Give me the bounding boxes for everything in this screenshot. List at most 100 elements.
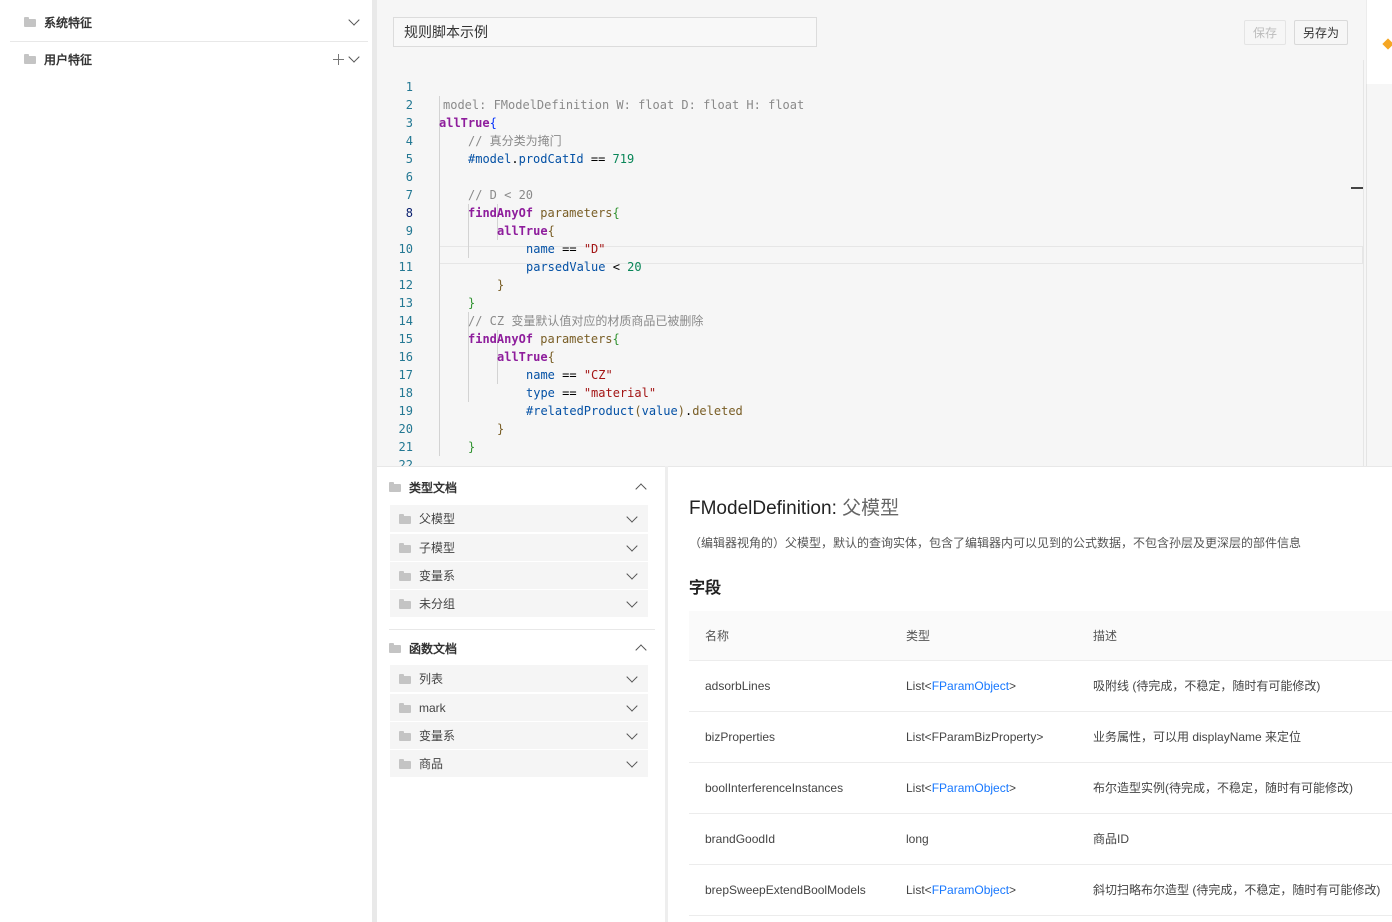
chevron-down-icon[interactable]: [626, 510, 638, 523]
doc-tree-item[interactable]: 商品: [390, 750, 648, 777]
code-line: 18 #relatedProduct(value).deleted: [377, 366, 1363, 418]
table-header: 名称 类型 描述: [689, 611, 1392, 661]
doc-description: （编辑器视角的）父模型，默认的查询实体，包含了编辑器内可以见到的公式数据，不包含…: [689, 536, 1302, 550]
code-line: 2 allTrue{: [377, 78, 1363, 130]
chevron-down-icon[interactable]: [626, 595, 638, 608]
folder-icon: [399, 702, 411, 713]
table-row: boolInterferenceInstances List<FParamObj…: [689, 763, 1392, 814]
column-header: 名称: [705, 629, 730, 643]
tree-item-system-features[interactable]: 系统特征: [10, 4, 368, 40]
chevron-down-icon[interactable]: [626, 755, 638, 768]
doc-tree-item[interactable]: 变量系: [390, 562, 648, 589]
field-type: List<FParamObject>: [906, 883, 1017, 897]
field-description: 商品ID: [1093, 832, 1130, 846]
code-line: 20 }: [377, 402, 1363, 454]
folder-icon: [24, 54, 36, 64]
section-function-docs[interactable]: 函数文档: [389, 630, 655, 666]
save-button[interactable]: 保存: [1244, 20, 1286, 45]
chevron-down-icon[interactable]: [626, 727, 638, 740]
doc-tree-item-label: 列表: [419, 672, 444, 686]
chevron-down-icon[interactable]: [348, 51, 360, 63]
code-line: 13 // CZ 变量默认值对应的材质商品已被删除: [377, 276, 1363, 328]
code-line: 14 findAnyOf parameters{: [377, 294, 1363, 346]
field-description: 布尔造型实例(待完成，不稳定，随时有可能修改): [1093, 781, 1353, 795]
type-link[interactable]: FParamObject: [932, 679, 1009, 693]
doc-tree-item-label: 变量系: [419, 729, 456, 743]
field-type: List<FParamObject>: [906, 781, 1017, 795]
table-row: bizProperties List<FParamBizProperty> 业务…: [689, 712, 1392, 763]
code-line: 10 parsedValue < 20: [377, 222, 1363, 274]
chevron-down-icon[interactable]: [626, 670, 638, 683]
code-area[interactable]: 1 model: FModelDefinition W: float D: fl…: [377, 60, 1363, 490]
doc-tree-item[interactable]: 子模型: [390, 534, 648, 561]
field-name: brandGoodId: [705, 832, 776, 846]
code-line: 21: [377, 420, 1363, 454]
doc-tree-panel: 类型文档 父模型 子模型 变量系 未分组 函数文档 列表 mark 变量系 商品: [377, 466, 665, 922]
doc-tree-item[interactable]: mark: [390, 694, 648, 721]
code-line: 17 type == "material": [377, 348, 1363, 400]
folder-icon: [399, 673, 411, 684]
editor-scrollbar[interactable]: [1366, 84, 1392, 466]
folder-icon: [389, 482, 401, 492]
doc-detail-panel: FModelDefinition: 父模型 （编辑器视角的）父模型，默认的查询实…: [668, 466, 1392, 922]
field-name: boolInterferenceInstances: [705, 781, 844, 795]
type-link[interactable]: FParamObject: [932, 883, 1009, 897]
chevron-down-icon[interactable]: [626, 539, 638, 552]
editor-border: [1363, 60, 1364, 466]
folder-icon: [399, 570, 411, 581]
editor-header: 保存 另存为: [377, 0, 1392, 60]
field-name: adsorbLines: [705, 679, 771, 693]
tree-item-label: 用户特征: [44, 52, 93, 67]
folder-icon: [399, 513, 411, 524]
script-name-input[interactable]: [393, 17, 817, 47]
code-line: 19 }: [377, 384, 1363, 436]
section-title: 类型文档: [409, 480, 458, 495]
code-line: 15 allTrue{: [377, 312, 1363, 364]
field-type: List<FParamObject>: [906, 679, 1017, 693]
code-line: 5: [377, 132, 1363, 166]
chevron-up-icon[interactable]: [635, 483, 647, 495]
doc-tree-item[interactable]: 父模型: [390, 505, 648, 532]
chevron-down-icon[interactable]: [626, 699, 638, 712]
code-line: 22 }: [377, 438, 1363, 490]
folder-icon: [399, 542, 411, 553]
code-line: 3 // 真分类为掩门: [377, 96, 1363, 148]
chevron-down-icon[interactable]: [348, 14, 360, 26]
column-header: 类型: [906, 629, 931, 643]
doc-tree-item[interactable]: 列表: [390, 665, 648, 692]
code-line: 1 model: FModelDefinition W: float D: fl…: [377, 60, 1363, 112]
section-type-docs[interactable]: 类型文档: [389, 469, 655, 505]
tree-item-label: 系统特征: [44, 15, 93, 30]
field-description: 斜切扫略布尔造型 (待完成，不稳定，随时有可能修改): [1093, 883, 1381, 897]
doc-tree-item[interactable]: 变量系: [390, 722, 648, 749]
doc-title-code: FModelDefinition:: [689, 498, 837, 519]
doc-tree-item-label: mark: [419, 700, 446, 715]
doc-tree-item-label: 商品: [419, 757, 444, 771]
folder-icon: [389, 643, 401, 653]
chevron-down-icon[interactable]: [626, 567, 638, 580]
tree-item-user-features[interactable]: 用户特征: [10, 41, 368, 77]
save-as-button[interactable]: 另存为: [1294, 20, 1348, 45]
chevron-up-icon[interactable]: [635, 644, 647, 656]
type-link[interactable]: FParamObject: [932, 781, 1009, 795]
code-line: 6 // D < 20: [377, 150, 1363, 202]
doc-tree-item-label: 变量系: [419, 569, 456, 583]
code-line: 7 findAnyOf parameters{: [377, 168, 1363, 220]
add-icon[interactable]: [333, 53, 344, 65]
folder-icon: [399, 758, 411, 769]
field-description: 业务属性，可以用 displayName 来定位: [1093, 730, 1302, 744]
code-line: 4 #model.prodCatId == 719: [377, 114, 1363, 166]
folder-icon: [24, 17, 36, 27]
field-name: brepSweepExtendBoolModels: [705, 883, 866, 897]
feature-tree-panel: 系统特征 用户特征: [0, 0, 372, 922]
column-header: 描述: [1093, 629, 1118, 643]
code-line: 11 }: [377, 240, 1363, 292]
field-name: bizProperties: [705, 730, 776, 744]
doc-tree-item[interactable]: 未分组: [390, 590, 648, 617]
folder-icon: [399, 730, 411, 741]
script-editor-panel: 保存 另存为 1 model: FModelDefinition W: floa…: [377, 0, 1392, 490]
code-line: 12 }: [377, 258, 1363, 310]
table-row: adsorbLines List<FParamObject> 吸附线 (待完成，…: [689, 661, 1392, 712]
fields-heading: 字段: [689, 580, 722, 597]
field-description: 吸附线 (待完成，不稳定，随时有可能修改): [1093, 679, 1321, 693]
